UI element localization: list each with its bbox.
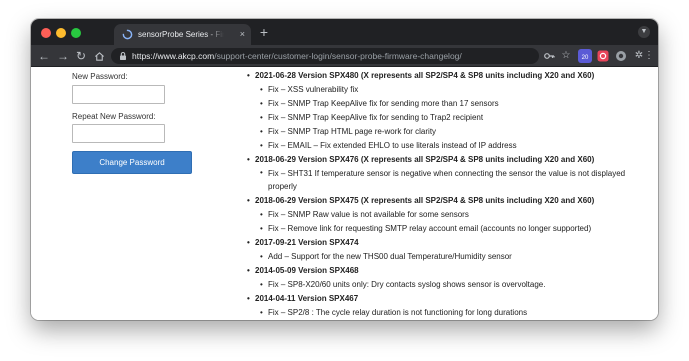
forward-arrow-icon[interactable]: →: [55, 48, 71, 64]
changelog-item: Fix – SNMP Trap KeepAlive fix for sendin…: [247, 97, 642, 111]
back-arrow-icon[interactable]: ←: [36, 48, 52, 64]
address-bar[interactable]: https://www.akcp.com/support-center/cust…: [111, 48, 539, 64]
changelog-item: Fix – SP2/8 : The cycle relay duration i…: [247, 306, 642, 320]
extension-gray-icon[interactable]: [614, 49, 628, 63]
repeat-password-label: Repeat New Password:: [72, 112, 156, 121]
firmware-changelog-list: 2021-06-28 Version SPX480 (X represents …: [247, 69, 642, 320]
close-window-button[interactable]: [41, 28, 51, 38]
repeat-password-input[interactable]: [72, 124, 165, 143]
extension-badge-icon[interactable]: 20: [578, 49, 592, 63]
new-tab-button[interactable]: +: [256, 24, 272, 40]
tab-title: sensorProbe Series - Firmware Changelog: [138, 30, 224, 39]
changelog-item: Add – Support for the new THS00 dual Tem…: [247, 250, 642, 264]
changelog-item: Fix – SNMP Trap HTML page re-work for cl…: [247, 125, 642, 139]
version-heading: 2014-04-11 Version SPX467: [247, 292, 642, 306]
lock-icon: [120, 52, 126, 60]
bookmark-star-icon[interactable]: ☆: [559, 49, 573, 63]
key-icon[interactable]: [542, 49, 556, 63]
changelog-item: Fix – SP8-X20/60 units only: Dry contact…: [247, 278, 642, 292]
changelog-item: Fix – XSS vulnerability fix: [247, 83, 642, 97]
browser-window: sensorProbe Series - Firmware Changelog …: [31, 19, 658, 320]
page-content: New Password: Repeat New Password: Chang…: [31, 68, 658, 320]
change-password-button[interactable]: Change Password: [72, 151, 192, 174]
menu-kebab-icon[interactable]: ⋮: [642, 49, 656, 63]
url-host: https://www.akcp.com: [132, 51, 215, 61]
version-heading: 2021-06-28 Version SPX480 (X represents …: [247, 69, 642, 83]
tab-strip: sensorProbe Series - Firmware Changelog …: [31, 19, 658, 45]
reload-icon[interactable]: ↻: [73, 48, 89, 64]
extension-red-icon[interactable]: [596, 49, 610, 63]
home-icon[interactable]: [91, 48, 107, 64]
url-path: /support-center/customer-login/sensor-pr…: [214, 51, 462, 61]
extension-badge-count: 20: [578, 49, 592, 63]
tab-search-chevron-icon[interactable]: ▼: [638, 26, 650, 38]
browser-toolbar: ← → ↻ https://www.akcp.com/support-cente…: [31, 45, 658, 67]
new-password-input[interactable]: [72, 85, 165, 104]
changelog-item: Fix – Remove link for requesting SMTP re…: [247, 222, 642, 236]
url-text: https://www.akcp.com/support-center/cust…: [132, 50, 532, 62]
changelog-item: Fix – SNMP Trap KeepAlive fix for sendin…: [247, 111, 642, 125]
tab-close-icon[interactable]: ×: [240, 28, 245, 41]
changelog-item: Fix – SHT31 If temperature sensor is neg…: [247, 167, 642, 194]
version-heading: 2018-06-29 Version SPX475 (X represents …: [247, 194, 642, 208]
loading-icon: [122, 29, 133, 40]
version-heading: 2018-06-29 Version SPX476 (X represents …: [247, 153, 642, 167]
changelog-item: Fix – EMAIL – Fix extended EHLO to use l…: [247, 139, 642, 153]
new-password-label: New Password:: [72, 72, 128, 81]
maximize-window-button[interactable]: [71, 28, 81, 38]
minimize-window-button[interactable]: [56, 28, 66, 38]
tab-active[interactable]: sensorProbe Series - Firmware Changelog …: [114, 24, 251, 45]
version-heading: 2014-05-09 Version SPX468: [247, 264, 642, 278]
version-heading: 2017-09-21 Version SPX474: [247, 236, 642, 250]
changelog-item: Fix – SNMP Raw value is not available fo…: [247, 208, 642, 222]
